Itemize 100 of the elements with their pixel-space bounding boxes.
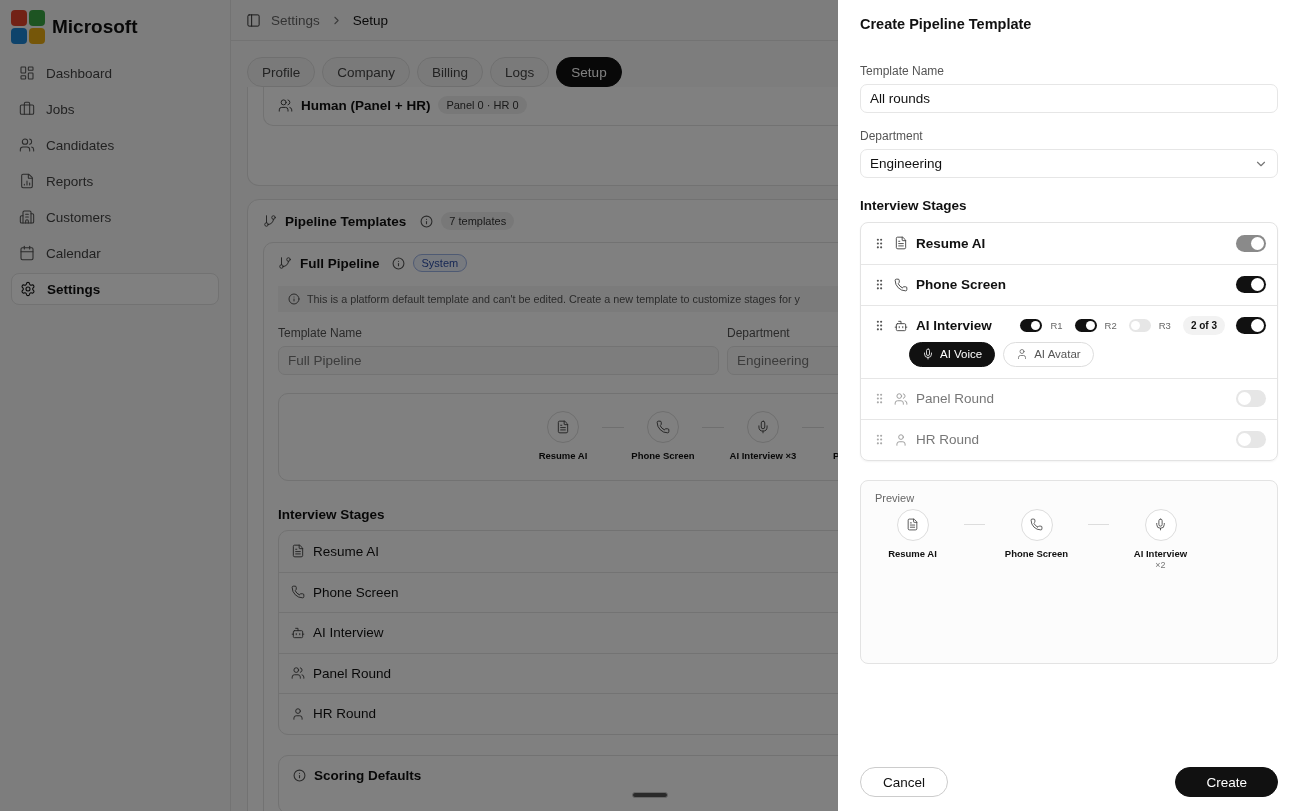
step-icon [1144, 508, 1177, 541]
info-icon [293, 768, 306, 782]
stage-name: Resume AI [313, 543, 380, 559]
settings-icon [20, 281, 36, 297]
field-label: Department [727, 326, 791, 340]
info-icon[interactable] [391, 256, 405, 270]
info-icon[interactable] [420, 214, 434, 228]
person-icon [894, 432, 908, 447]
toggle-switch[interactable] [1128, 319, 1151, 332]
logo-icon [11, 10, 45, 44]
input-field[interactable]: All rounds [860, 84, 1278, 113]
document-icon [291, 544, 305, 559]
select-field[interactable]: Engineering [860, 149, 1278, 178]
breadcrumb-item[interactable]: Settings [271, 12, 320, 28]
nav-item[interactable]: Dashboard [11, 57, 219, 89]
robot-icon [894, 318, 908, 333]
tab[interactable]: Profile [247, 57, 316, 87]
info-icon [288, 293, 300, 305]
phone-icon [894, 277, 908, 292]
people-icon [19, 137, 35, 153]
step-icon [547, 411, 579, 443]
step-label: Resume AI [888, 547, 937, 559]
step-icon [1020, 508, 1053, 541]
calendar-icon [19, 245, 35, 261]
step-label: Phone Screen [631, 450, 695, 461]
person-icon [291, 706, 305, 721]
stage-name: Panel Round [313, 665, 392, 681]
toggle-switch[interactable] [1236, 431, 1266, 448]
stage-name: Resume AI [916, 235, 987, 251]
nav-item[interactable]: Reports [11, 165, 219, 197]
stage-name: AI Interview [916, 318, 993, 333]
people-icon [278, 97, 293, 113]
card-title: Scoring Defaults [314, 767, 422, 783]
dashboard-icon [19, 65, 35, 81]
nav-item[interactable]: Jobs [11, 93, 219, 125]
mode-button[interactable]: AI Voice [909, 341, 996, 367]
breadcrumb-item: Setup [352, 12, 389, 28]
sidebar-toggle-icon[interactable] [246, 12, 261, 28]
section-title: Interview Stages [278, 507, 386, 522]
input-field[interactable]: Engineering [727, 346, 838, 375]
template-title: Full Pipeline [300, 255, 380, 271]
drawer-title: Create Pipeline Template [860, 16, 1033, 32]
stage-name: Phone Screen [916, 277, 1008, 292]
step-icon [647, 411, 679, 443]
step-label: Phone Screen [1004, 547, 1069, 559]
section-title: Interview Stages [860, 198, 968, 213]
round-label: R1 [1050, 320, 1063, 331]
system-badge: System [412, 254, 468, 272]
preview-title: Preview [875, 491, 916, 504]
step-icon [747, 411, 779, 443]
toggle-switch[interactable] [1074, 319, 1097, 332]
branch-icon [278, 256, 292, 270]
round-count-badge: 2 of 3 [1182, 316, 1225, 335]
branch-icon [263, 214, 277, 228]
card-title: Human (Panel + HR) [301, 97, 431, 113]
document-icon [894, 236, 908, 251]
field-label: Template Name [278, 326, 364, 340]
briefcase-icon [19, 101, 35, 117]
tab[interactable]: Billing [417, 57, 484, 87]
field-label: Department [860, 129, 924, 143]
microphone-icon [922, 348, 934, 360]
cancel-button[interactable]: Cancel [860, 767, 949, 797]
building-icon [19, 209, 35, 225]
person-icon [1016, 348, 1029, 360]
round-label: R2 [1104, 320, 1117, 331]
tab[interactable]: Setup [556, 57, 622, 87]
report-icon [19, 173, 35, 189]
step-label: AI Interview ×3 [729, 450, 797, 461]
step-label: Resume AI [538, 450, 588, 461]
mode-button[interactable]: AI Avatar [1003, 341, 1094, 367]
tab[interactable]: Company [322, 57, 411, 87]
section-title: Pipeline Templates [285, 213, 407, 229]
toggle-switch[interactable] [1236, 276, 1266, 293]
people-icon [894, 391, 908, 406]
toggle-switch[interactable] [1236, 317, 1266, 334]
nav-item[interactable]: Customers [11, 201, 219, 233]
nav-item[interactable]: Calendar [11, 237, 219, 269]
scroll-handle[interactable] [632, 792, 668, 798]
stage-name: AI Interview [313, 625, 384, 641]
toggle-switch[interactable] [1020, 319, 1043, 332]
step-count: ×2 [1155, 559, 1166, 570]
tab[interactable]: Logs [490, 57, 550, 87]
toggle-switch[interactable] [1236, 390, 1266, 407]
step-icon [896, 508, 929, 541]
step-label: AI Interview [1133, 547, 1188, 559]
robot-icon [291, 625, 305, 640]
nav-item[interactable]: Settings [11, 273, 219, 305]
count-badge: 7 templates [441, 212, 515, 230]
stage-name: HR Round [916, 432, 981, 447]
create-button[interactable]: Create [1175, 767, 1278, 797]
field-label: Template Name [860, 64, 946, 78]
people-icon [291, 666, 305, 681]
count-badge: Panel 0 · HR 0 [438, 96, 527, 114]
stage-name: Panel Round [916, 391, 996, 406]
notice-text: This is a platform default template and can't be edited. Create a new template to customize stages for y [307, 293, 800, 305]
phone-icon [291, 585, 305, 600]
input-field[interactable]: Full Pipeline [278, 346, 719, 375]
round-label: R3 [1158, 320, 1171, 331]
stage-name: Phone Screen [313, 584, 399, 600]
nav-item[interactable]: Candidates [11, 129, 219, 161]
